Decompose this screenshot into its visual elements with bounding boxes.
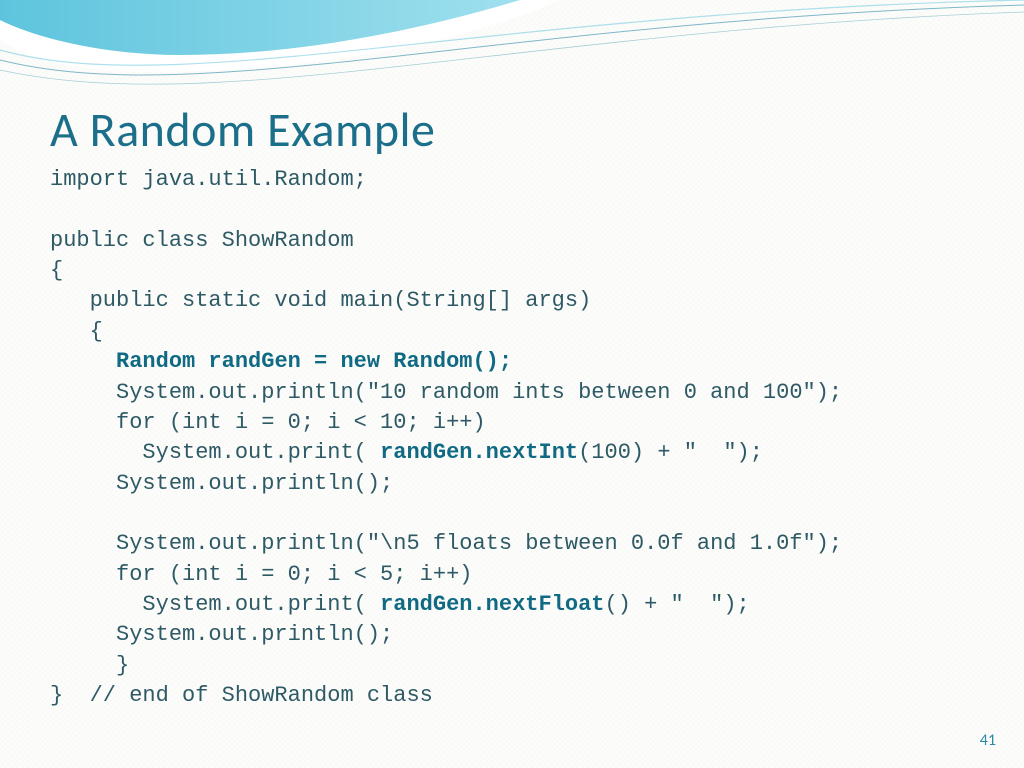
code-line: { (50, 319, 103, 344)
code-line: System.out.println(); (50, 622, 393, 647)
code-line: { (50, 258, 63, 283)
code-line-prefix: System.out.print( (50, 440, 380, 465)
code-highlight-random-declaration: Random randGen = new Random(); (116, 349, 512, 374)
code-line: System.out.println("\n5 floats between 0… (50, 531, 842, 556)
code-line: for (int i = 0; i < 10; i++) (50, 410, 486, 435)
code-line: } // end of ShowRandom class (50, 683, 433, 708)
code-line: public class ShowRandom (50, 228, 354, 253)
code-highlight-nextfloat: randGen.nextFloat (380, 592, 604, 617)
code-line-prefix: System.out.print( (50, 592, 380, 617)
code-block: import java.util.Random; public class Sh… (50, 165, 974, 711)
code-line-indent (50, 349, 116, 374)
code-highlight-nextint: randGen.nextInt (380, 440, 578, 465)
code-line-suffix: (100) + " "); (578, 440, 763, 465)
code-line: System.out.println(); (50, 471, 393, 496)
code-line: } (50, 653, 129, 678)
code-line: import java.util.Random; (50, 167, 367, 192)
code-line: System.out.println("10 random ints betwe… (50, 380, 842, 405)
slide-title: A Random Example (50, 100, 974, 159)
code-line-suffix: () + " "); (605, 592, 750, 617)
page-number: 41 (980, 731, 996, 750)
code-line: for (int i = 0; i < 5; i++) (50, 562, 472, 587)
code-line: public static void main(String[] args) (50, 288, 591, 313)
